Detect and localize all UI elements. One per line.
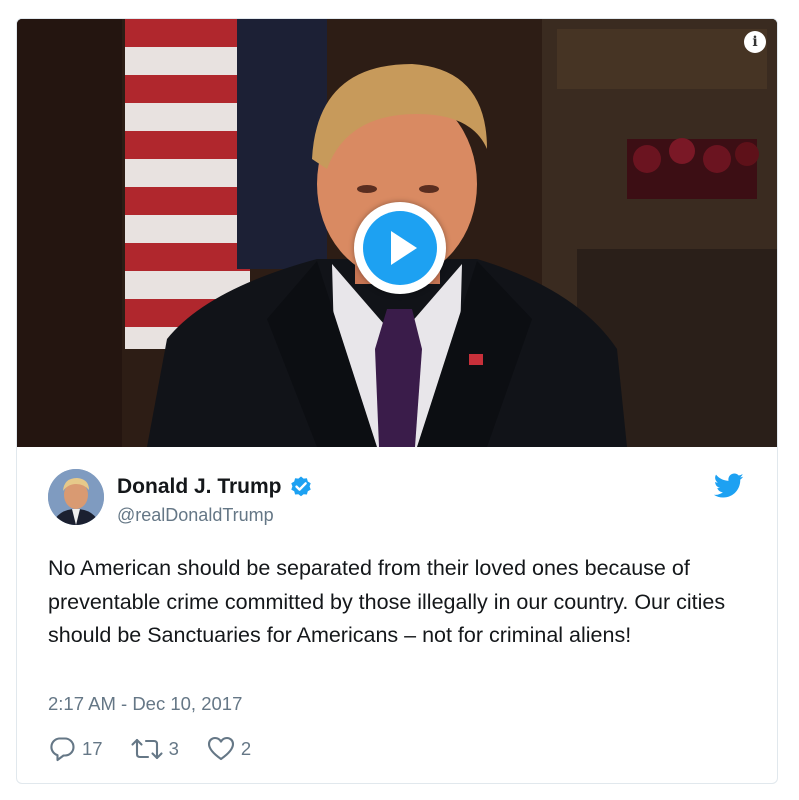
embedded-tweet-card[interactable]: i Donald J. Trump @realDonaldTrump No Am… — [16, 18, 778, 784]
heart-icon — [207, 736, 234, 761]
reply-count: 17 — [82, 738, 103, 759]
play-button[interactable] — [354, 202, 446, 294]
avatar[interactable] — [48, 469, 104, 525]
video-thumbnail[interactable]: i — [17, 19, 777, 447]
author-name-text: Donald J. Trump — [117, 475, 282, 498]
reply-icon — [50, 737, 75, 762]
tweet-timestamp[interactable]: 2:17 AM - Dec 10, 2017 — [48, 693, 242, 715]
retweet-button[interactable]: 3 — [131, 737, 179, 761]
retweet-count: 3 — [168, 738, 179, 759]
info-icon[interactable]: i — [744, 31, 766, 53]
reply-button[interactable]: 17 — [48, 736, 103, 762]
avatar-image — [48, 469, 104, 525]
like-button[interactable]: 2 — [207, 736, 251, 762]
author-handle[interactable]: @realDonaldTrump — [117, 505, 274, 526]
twitter-bird-icon[interactable] — [714, 473, 744, 499]
verified-badge-icon — [290, 476, 311, 497]
author-name[interactable]: Donald J. Trump — [117, 475, 313, 499]
like-count: 2 — [240, 738, 252, 759]
tweet-actions: 17 3 2 — [48, 735, 279, 763]
retweet-icon — [131, 738, 163, 760]
play-icon — [363, 211, 437, 285]
tweet-text: No American should be separated from the… — [48, 556, 726, 647]
